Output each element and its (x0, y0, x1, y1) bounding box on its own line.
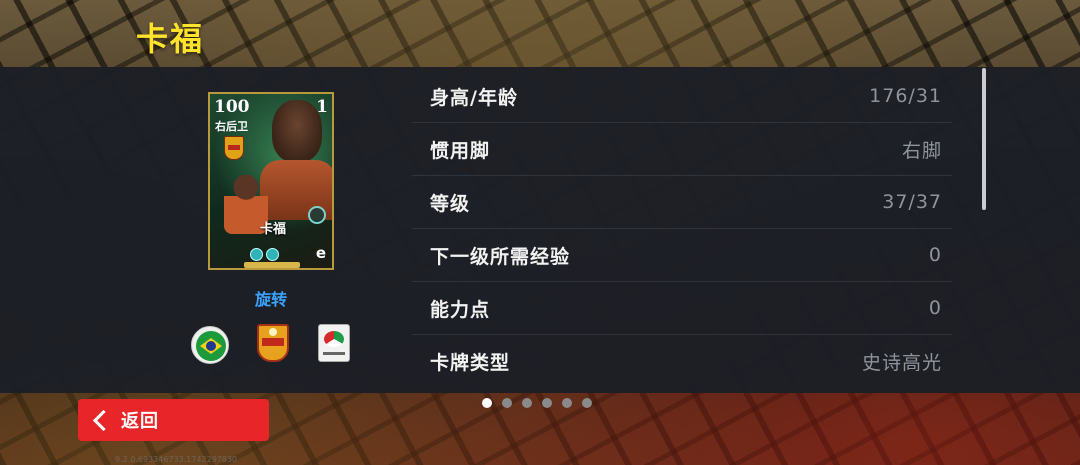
stat-row-foot: 惯用脚 右脚 (412, 123, 952, 176)
scrollbar[interactable] (982, 68, 986, 210)
stat-value: 37/37 (882, 191, 942, 213)
stats-list[interactable]: 身高/年龄 176/31 惯用脚 右脚 等级 37/37 下一级所需经验 0 能… (412, 70, 952, 388)
stat-value: 0 (928, 244, 942, 266)
page-dot[interactable] (582, 398, 592, 408)
card-stars (244, 262, 300, 268)
page-dot[interactable] (542, 398, 552, 408)
card-badge-icon (308, 206, 326, 224)
skill-icon (266, 248, 279, 261)
stat-label: 惯用脚 (430, 139, 491, 162)
stat-value: 176/31 (869, 85, 942, 107)
page-dot[interactable] (502, 398, 512, 408)
card-position: 右后卫 (215, 120, 248, 133)
stat-value: 0 (928, 297, 942, 319)
back-button[interactable]: 返回 (78, 399, 269, 441)
player-card[interactable]: 100 1 右后卫 卡福 e (208, 92, 334, 270)
card-rating: 100 (214, 97, 250, 117)
card-skill-icons (250, 246, 292, 261)
version-text: 9.2.0.693346733.1742297830 (115, 455, 238, 464)
stat-label: 等级 (430, 192, 471, 215)
stat-label: 身高/年龄 (430, 86, 518, 109)
page-dot[interactable] (522, 398, 532, 408)
stat-row-card-type: 卡牌类型 史诗高光 (412, 335, 952, 388)
brazil-flag-icon (191, 326, 229, 364)
back-button-label: 返回 (121, 411, 159, 432)
stat-row-next-exp: 下一级所需经验 0 (412, 229, 952, 282)
page-dot[interactable] (482, 398, 492, 408)
stat-label: 能力点 (430, 298, 491, 321)
page-dot[interactable] (562, 398, 572, 408)
page-indicator[interactable] (482, 398, 592, 410)
stat-label: 下一级所需经验 (430, 245, 571, 268)
stat-row-level: 等级 37/37 (412, 176, 952, 229)
rotate-button[interactable]: 旋转 (230, 286, 312, 310)
stat-value: 右脚 (901, 139, 942, 162)
skill-icon (250, 248, 263, 261)
club-crest-icon (257, 324, 289, 362)
stat-row-height-age: 身高/年龄 176/31 (412, 70, 952, 123)
player-portrait (272, 100, 322, 162)
efootball-logo-icon: e (315, 244, 326, 262)
stat-label: 卡牌类型 (430, 352, 511, 374)
chevron-left-icon (92, 409, 115, 431)
league-badge-icon (318, 324, 350, 362)
stat-row-points: 能力点 0 (412, 282, 952, 335)
stat-value: 史诗高光 (861, 352, 942, 374)
card-player-name: 卡福 (260, 222, 287, 237)
page-title: 卡福 (136, 20, 205, 58)
card-club-crest-icon (224, 136, 244, 160)
